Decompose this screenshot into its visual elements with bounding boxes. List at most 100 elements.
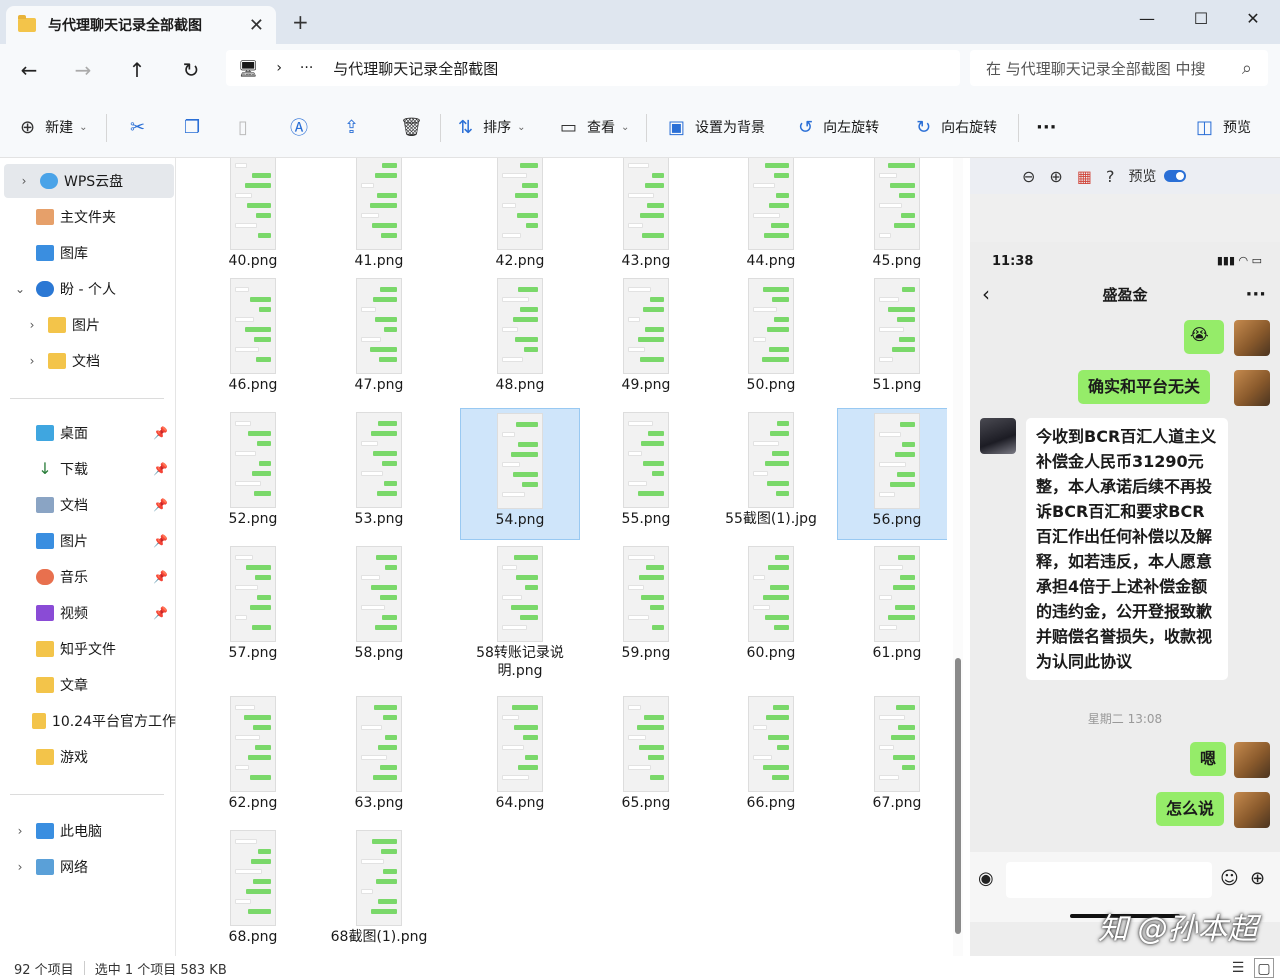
rotate-left-button[interactable]: ↺ 向左旋转: [798, 113, 879, 141]
sidebar-item-desktop[interactable]: 桌面 📌: [0, 416, 176, 450]
preview-pane-button[interactable]: ◫ 预览: [1196, 113, 1251, 141]
sidebar-item-downloads[interactable]: ↓ 下载 📌: [0, 452, 176, 486]
file-item[interactable]: 58转账记录说明.png: [460, 542, 580, 680]
rotate-right-button[interactable]: ↻ 向右旋转: [916, 113, 997, 141]
view-button[interactable]: ▭ 查看 ⌄: [560, 113, 629, 141]
preview-toggle[interactable]: [1164, 170, 1187, 182]
new-button[interactable]: ⊕ 新建 ⌄: [20, 113, 87, 141]
file-item[interactable]: 63.png: [319, 692, 439, 812]
sidebar-item-home[interactable]: 主文件夹: [0, 200, 176, 234]
sidebar-item-music[interactable]: 音乐 📌: [0, 560, 176, 594]
plus-icon: ⊕: [1250, 868, 1266, 889]
file-item[interactable]: 44.png: [711, 158, 831, 270]
file-item[interactable]: 41.png: [319, 158, 439, 270]
zoom-in-icon[interactable]: ⊕: [1049, 167, 1062, 186]
pin-icon[interactable]: 📌: [153, 570, 168, 584]
copy-icon: ❐: [184, 116, 201, 138]
file-item[interactable]: 55.png: [586, 408, 706, 528]
file-item[interactable]: 62.png: [193, 692, 313, 812]
sidebar-item-wps-cloud[interactable]: › WPS云盘: [4, 164, 174, 198]
file-item[interactable]: 58.png: [319, 542, 439, 662]
sidebar-item-pictures-quick[interactable]: 图片 📌: [0, 524, 176, 558]
pin-icon[interactable]: 📌: [153, 462, 168, 476]
file-item[interactable]: 49.png: [586, 274, 706, 394]
zoom-out-icon[interactable]: ⊖: [1022, 167, 1035, 186]
vertical-scrollbar[interactable]: [953, 158, 963, 956]
more-icon: ···: [1245, 283, 1266, 305]
cloud-icon: [40, 173, 58, 189]
file-item[interactable]: 56.png: [837, 408, 947, 540]
sidebar-item-documents-quick[interactable]: 文档 📌: [0, 488, 176, 522]
file-item[interactable]: 64.png: [460, 692, 580, 812]
file-item[interactable]: 61.png: [837, 542, 947, 662]
grid-icon[interactable]: ▦: [1077, 167, 1092, 186]
file-item[interactable]: 51.png: [837, 274, 947, 394]
file-item[interactable]: 50.png: [711, 274, 831, 394]
sidebar-item-videos[interactable]: 视频 📌: [0, 596, 176, 630]
image-thumbnail: [874, 696, 920, 792]
file-item[interactable]: 54.png: [460, 408, 580, 540]
file-item[interactable]: 53.png: [319, 408, 439, 528]
sidebar-item-pictures[interactable]: › 图片: [0, 308, 176, 342]
delete-button[interactable]: 🗑: [400, 113, 433, 141]
set-background-button[interactable]: ▣ 设置为背景: [668, 113, 765, 141]
file-item[interactable]: 66.png: [711, 692, 831, 812]
file-item[interactable]: 48.png: [460, 274, 580, 394]
copy-button[interactable]: ❐: [184, 113, 210, 141]
file-item[interactable]: 42.png: [460, 158, 580, 270]
more-options-button[interactable]: ···: [1036, 113, 1057, 141]
sidebar-item-games[interactable]: 游戏: [0, 740, 176, 774]
file-item[interactable]: 67.png: [837, 692, 947, 812]
file-item[interactable]: 65.png: [586, 692, 706, 812]
file-item[interactable]: 47.png: [319, 274, 439, 394]
sidebar-item-onedrive[interactable]: ⌄ 盼 - 个人: [0, 272, 176, 306]
sidebar-item-gallery[interactable]: 图库: [0, 236, 176, 270]
large-icons-view-icon[interactable]: ▢: [1254, 958, 1274, 978]
file-item[interactable]: 40.png: [193, 158, 313, 270]
file-item[interactable]: 68截图(1).png: [319, 826, 439, 946]
search-input[interactable]: 在 与代理聊天记录全部截图 中搜 ⌕: [970, 50, 1268, 86]
file-item[interactable]: 55截图(1).jpg: [711, 408, 831, 528]
file-item[interactable]: 43.png: [586, 158, 706, 270]
breadcrumb-overflow-button[interactable]: ···: [300, 60, 313, 76]
file-item[interactable]: 68.png: [193, 826, 313, 946]
rename-button[interactable]: Ⓐ: [290, 113, 318, 141]
back-button[interactable]: ←: [14, 56, 44, 84]
tab-close-button[interactable]: ✕: [249, 15, 264, 36]
pin-icon[interactable]: 📌: [153, 498, 168, 512]
file-item[interactable]: 52.png: [193, 408, 313, 528]
image-thumbnail: [748, 412, 794, 508]
new-tab-button[interactable]: +: [292, 10, 309, 34]
maximize-button[interactable]: ☐: [1176, 4, 1226, 34]
details-view-icon[interactable]: ☰: [1228, 958, 1248, 978]
file-item[interactable]: 60.png: [711, 542, 831, 662]
help-icon[interactable]: ?: [1106, 167, 1115, 186]
sidebar-item-documents[interactable]: › 文档: [0, 344, 176, 378]
pin-icon[interactable]: 📌: [153, 426, 168, 440]
paste-button[interactable]: ▯: [238, 113, 258, 141]
address-bar[interactable]: 🖥 › ··· 与代理聊天记录全部截图: [226, 50, 960, 86]
sidebar-item-network[interactable]: › 网络: [0, 850, 176, 884]
up-button[interactable]: ↑: [122, 56, 152, 84]
tab-active[interactable]: 与代理聊天记录全部截图 ✕: [6, 6, 276, 44]
file-item[interactable]: 46.png: [193, 274, 313, 394]
close-button[interactable]: ✕: [1228, 4, 1278, 34]
breadcrumb-current[interactable]: 与代理聊天记录全部截图: [333, 58, 498, 79]
pin-icon[interactable]: 📌: [153, 534, 168, 548]
pin-icon[interactable]: 📌: [153, 606, 168, 620]
sort-button[interactable]: ⇅ 排序 ⌄: [458, 113, 525, 141]
sidebar-item-zhihu-files[interactable]: 知乎文件: [0, 632, 176, 666]
file-item[interactable]: 57.png: [193, 542, 313, 662]
cut-button[interactable]: ✂: [130, 113, 155, 141]
minimize-button[interactable]: —: [1122, 4, 1172, 34]
sidebar-item-official-work[interactable]: 10.24平台官方工作: [0, 704, 176, 738]
forward-button[interactable]: →: [68, 56, 98, 84]
sidebar-item-articles[interactable]: 文章: [0, 668, 176, 702]
file-item[interactable]: 45.png: [837, 158, 947, 270]
refresh-button[interactable]: ↻: [176, 56, 206, 84]
sidebar-item-this-pc[interactable]: › 此电脑: [0, 814, 176, 848]
file-item[interactable]: 59.png: [586, 542, 706, 662]
scrollbar-thumb[interactable]: [955, 658, 961, 934]
share-button[interactable]: ⇪: [344, 113, 369, 141]
chevron-right-icon[interactable]: ›: [276, 60, 282, 76]
